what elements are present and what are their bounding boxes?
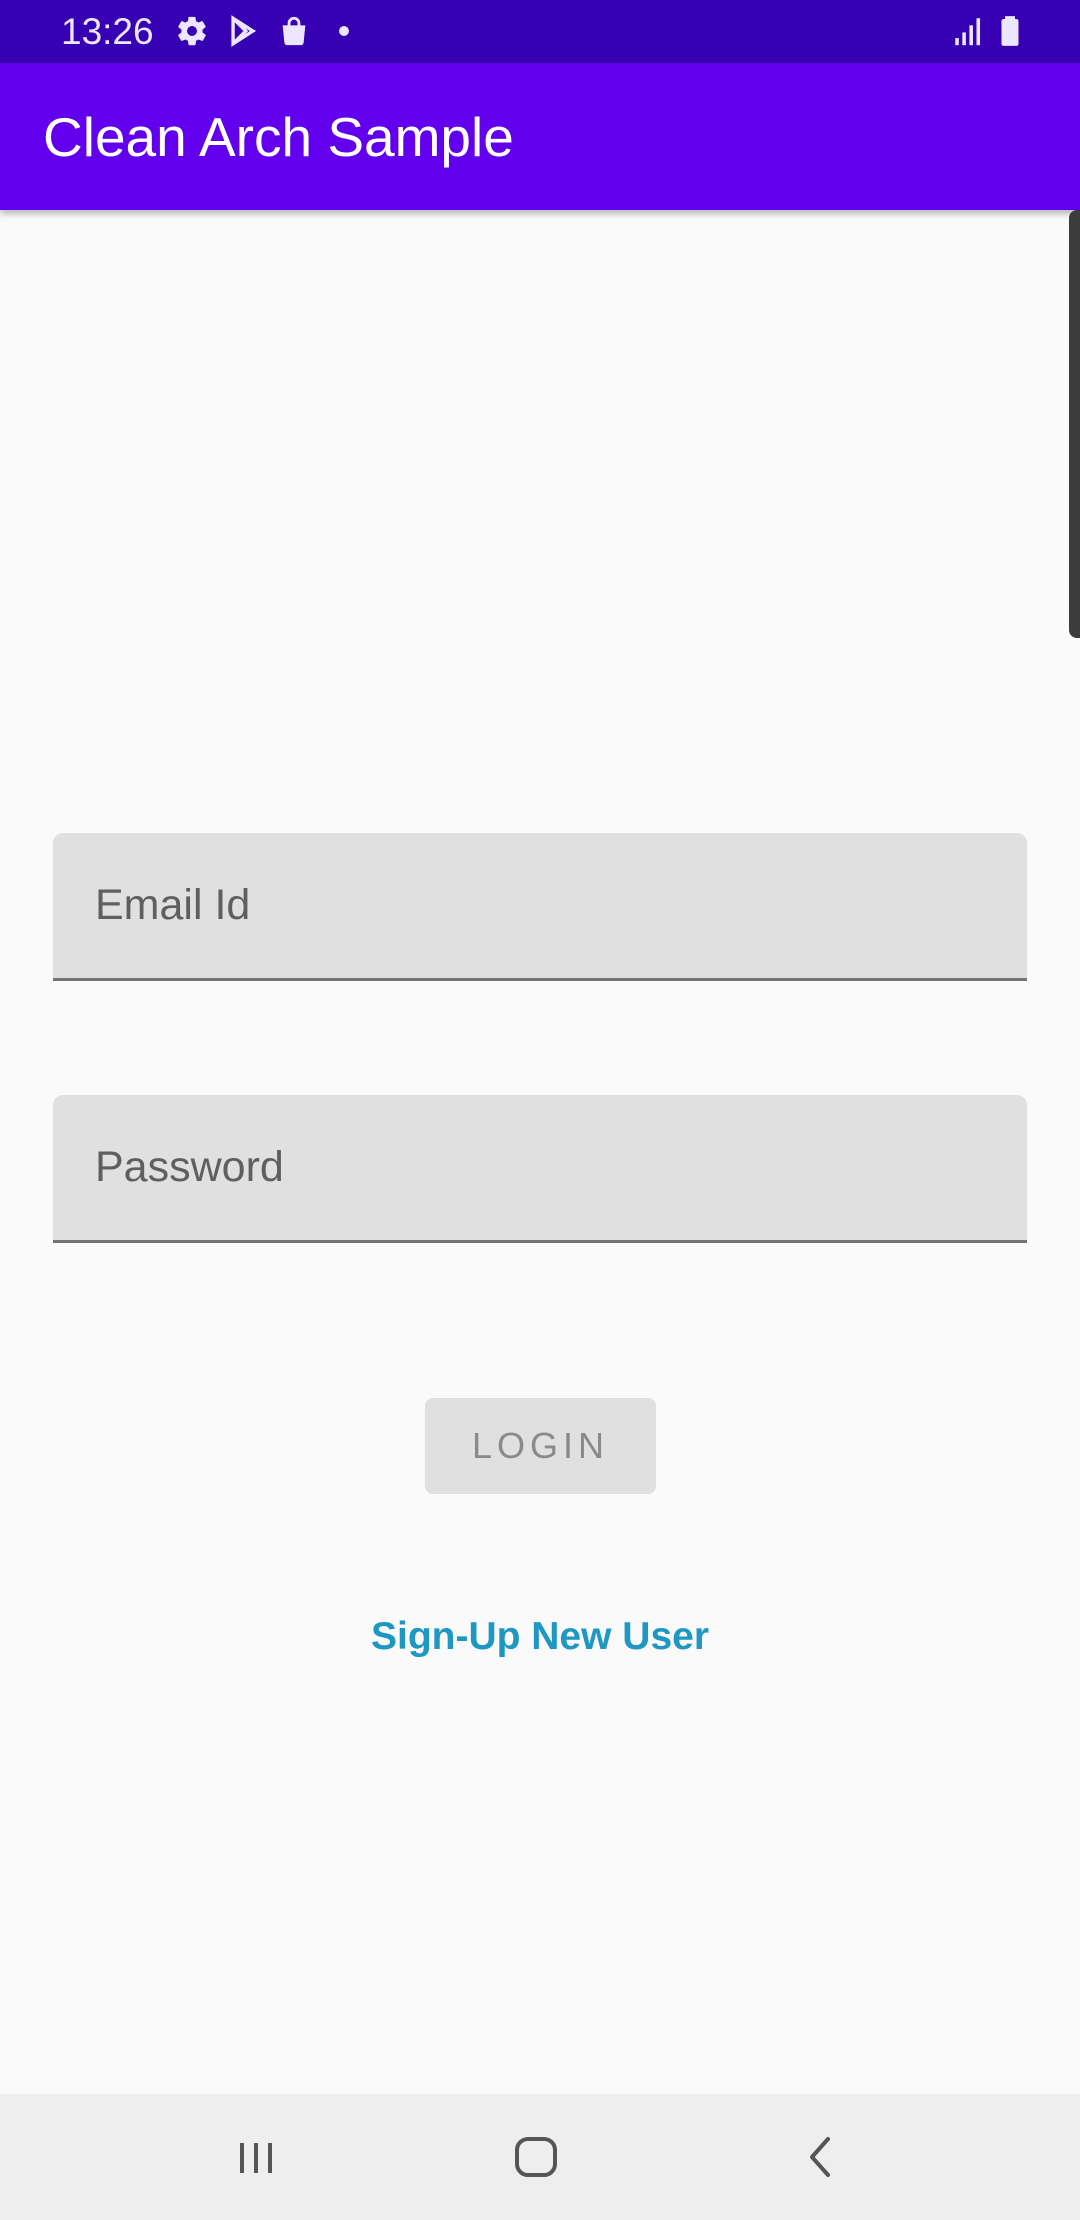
login-button[interactable]: LOGIN [425,1398,656,1494]
signal-icon [951,14,985,48]
scrollbar-thumb[interactable] [1069,210,1080,638]
shopping-bag-icon [277,14,311,48]
recents-icon[interactable] [226,2127,286,2187]
notification-dot-icon [327,14,361,48]
gear-icon [175,14,209,48]
back-icon[interactable] [792,2127,852,2187]
home-icon[interactable] [507,2127,567,2187]
status-time: 13:26 [61,11,154,52]
battery-icon [993,14,1027,48]
navigation-bar [0,2094,1080,2220]
signup-link[interactable]: Sign-Up New User [0,1612,1080,1662]
email-field[interactable]: Email Id [53,833,1027,981]
password-field[interactable]: Password [53,1095,1027,1243]
email-placeholder: Email Id [95,881,251,929]
app-bar: Clean Arch Sample [0,63,1080,210]
password-placeholder: Password [95,1143,284,1191]
app-title: Clean Arch Sample [43,106,514,168]
play-store-icon [226,14,260,48]
status-bar: 13:26 [0,0,1080,63]
